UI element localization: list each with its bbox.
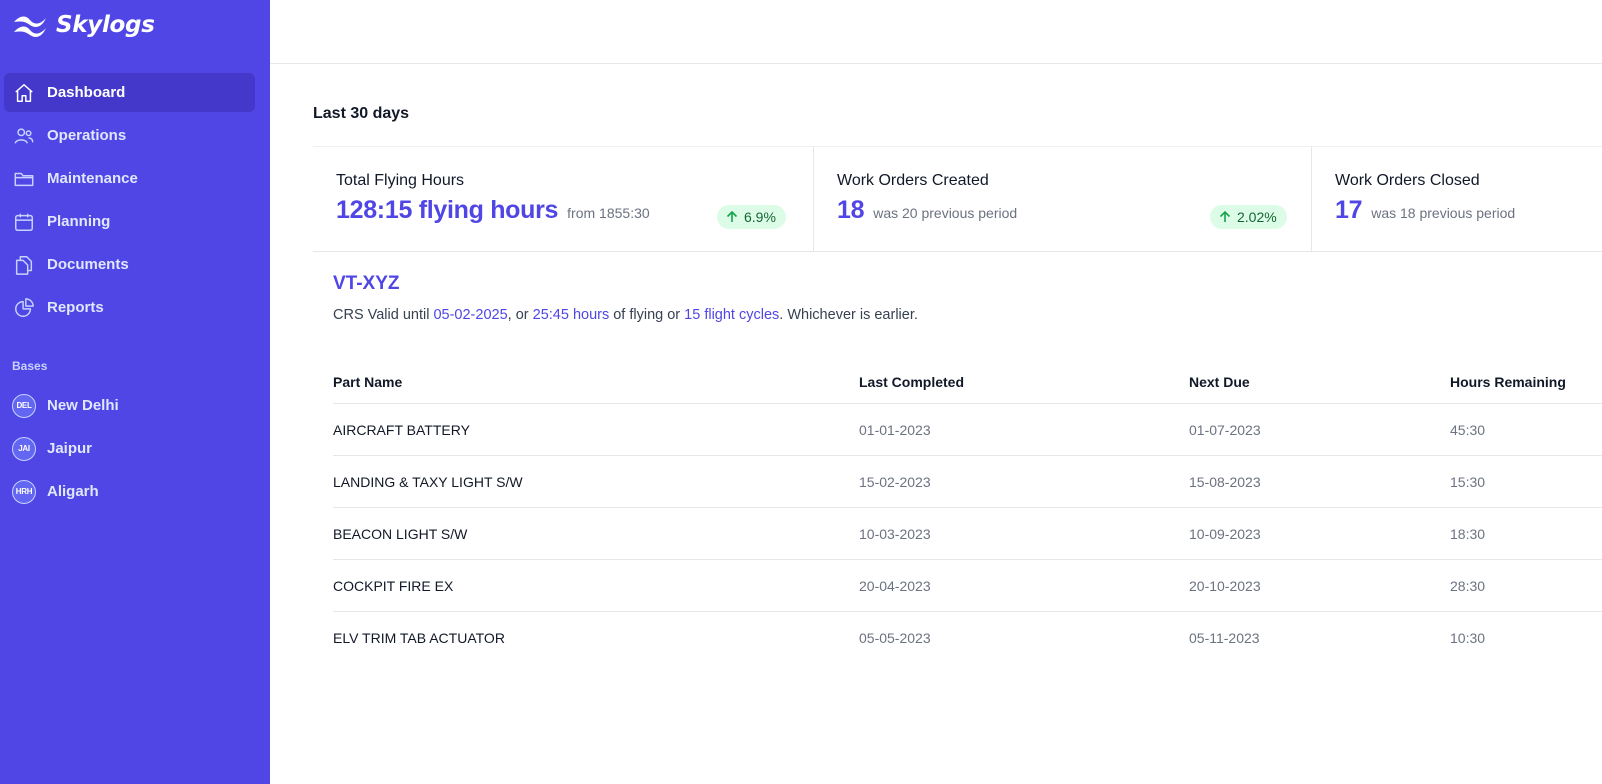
nav-item-maintenance[interactable]: Maintenance (4, 159, 255, 198)
table-row[interactable]: AIRCRAFT BATTERY 01-01-2023 01-07-2023 4… (333, 404, 1602, 456)
cell-hours-remaining: 10:30 (1450, 630, 1486, 646)
crs-hours: 25:45 hours (532, 307, 610, 323)
cell-part-name: ELV TRIM TAB ACTUATOR (333, 630, 505, 646)
crs-cycles: 15 flight cycles (684, 307, 780, 323)
base-label: Aligarh (47, 483, 99, 500)
stat-change-badge: 2.02% (1210, 205, 1287, 229)
cell-last-completed: 10-03-2023 (859, 525, 931, 542)
folder-icon (13, 168, 35, 190)
cell-part-name: LANDING & TAXY LIGHT S/W (333, 473, 523, 490)
brand[interactable]: Skylogs (12, 10, 155, 40)
nav-label: Dashboard (47, 84, 126, 101)
cell-next-due: 10-09-2023 (1189, 525, 1261, 542)
cell-next-due: 20-10-2023 (1189, 577, 1261, 594)
cell-part-name: BEACON LIGHT S/W (333, 525, 468, 542)
nav-item-planning[interactable]: Planning (4, 202, 255, 241)
crs-text: of flying or (609, 307, 685, 323)
cell-part-name: COCKPIT FIRE EX (333, 577, 454, 594)
table-row[interactable]: LANDING & TAXY LIGHT S/W 15-02-2023 15-0… (333, 456, 1602, 508)
arrow-up-icon (726, 210, 738, 222)
cell-last-completed: 05-05-2023 (859, 630, 931, 646)
base-code-badge: JAI (12, 436, 36, 461)
stats-panel: Total Flying Hours 128:15 flying hours f… (313, 146, 1602, 252)
bases-list: DEL New Delhi JAI Jaipur HRH Aligarh (4, 386, 255, 515)
column-header[interactable]: Hours Remaining (1450, 374, 1602, 390)
nav-label: Maintenance (47, 170, 138, 187)
nav-label: Reports (47, 299, 104, 316)
column-header[interactable]: Next Due (1189, 374, 1450, 390)
nav-label: Planning (47, 213, 111, 230)
stat-label: Total Flying Hours (336, 172, 465, 189)
cell-hours-remaining: 18:30 (1450, 525, 1486, 542)
stat-change: 2.02% (1237, 209, 1277, 225)
stat-previous: from 1855:30 (567, 205, 650, 221)
brand-name: Skylogs (56, 12, 155, 38)
base-label: Jaipur (47, 440, 93, 457)
main-nav: Dashboard Operations Maintenance Plannin… (4, 73, 255, 331)
nav-label: Operations (47, 127, 127, 144)
nav-label: Documents (47, 256, 129, 273)
stat-change-badge: 6.9% (717, 205, 786, 229)
cell-hours-remaining: 28:30 (1450, 577, 1486, 594)
nav-item-dashboard[interactable]: Dashboard (4, 73, 255, 112)
cell-hours-remaining: 15:30 (1450, 473, 1486, 490)
table-header: Part Name Last Completed Next Due Hours … (333, 360, 1602, 404)
sidebar: Skylogs Dashboard Operations Maintenance… (0, 0, 270, 784)
cell-next-due: 05-11-2023 (1189, 630, 1260, 646)
arrow-up-icon (1219, 210, 1231, 222)
chart-pie-icon (13, 297, 35, 319)
crs-date: 05-02-2025 (433, 307, 508, 323)
stat-previous: was 18 previous period (1371, 205, 1516, 221)
aircraft-registration[interactable]: VT-XYZ (333, 273, 400, 295)
nav-item-documents[interactable]: Documents (4, 245, 255, 284)
cell-hours-remaining: 45:30 (1450, 421, 1486, 438)
cell-next-due: 01-07-2023 (1189, 421, 1261, 438)
base-item-aligarh[interactable]: HRH Aligarh (4, 472, 255, 511)
cell-part-name: AIRCRAFT BATTERY (333, 421, 470, 438)
crs-text: , or (507, 307, 533, 323)
crs-text: CRS Valid until (333, 307, 434, 323)
stat-change: 6.9% (744, 209, 776, 225)
cell-last-completed: 20-04-2023 (859, 577, 931, 594)
base-item-new-delhi[interactable]: DEL New Delhi (4, 386, 255, 425)
cell-last-completed: 01-01-2023 (859, 421, 931, 438)
base-item-jaipur[interactable]: JAI Jaipur (4, 429, 255, 468)
bases-heading: Bases (12, 359, 48, 373)
stat-value: 128:15 flying hours (336, 196, 559, 224)
users-icon (13, 125, 35, 147)
base-label: New Delhi (47, 397, 119, 414)
stat-work-orders-created: Work Orders Created 18 was 20 previous p… (813, 147, 1311, 251)
calendar-icon (13, 211, 35, 233)
documents-icon (13, 254, 35, 276)
table-row[interactable]: ELV TRIM TAB ACTUATOR 05-05-2023 05-11-2… (333, 612, 1602, 664)
nav-item-reports[interactable]: Reports (4, 288, 255, 327)
stat-total-flying-hours: Total Flying Hours 128:15 flying hours f… (313, 147, 813, 251)
column-header[interactable]: Part Name (333, 374, 859, 390)
stat-value: 17 (1335, 196, 1363, 224)
table-row[interactable]: COCKPIT FIRE EX 20-04-2023 20-10-2023 28… (333, 560, 1602, 612)
base-code-badge: DEL (12, 393, 36, 418)
home-icon (13, 82, 35, 104)
stat-label: Work Orders Closed (1335, 172, 1480, 189)
stat-label: Work Orders Created (837, 172, 989, 189)
main-content: Last 30 days Total Flying Hours 128:15 f… (313, 0, 1602, 784)
cell-last-completed: 15-02-2023 (859, 473, 931, 490)
stat-value: 18 (837, 196, 865, 224)
table-row[interactable]: BEACON LIGHT S/W 10-03-2023 10-09-2023 1… (333, 508, 1602, 560)
period-title: Last 30 days (313, 105, 410, 122)
nav-item-operations[interactable]: Operations (4, 116, 255, 155)
crs-text: . Whichever is earlier. (779, 307, 918, 323)
base-code-badge: HRH (12, 479, 36, 504)
stat-previous: was 20 previous period (873, 205, 1018, 221)
skylogs-wave-icon (12, 13, 48, 37)
parts-table: Part Name Last Completed Next Due Hours … (333, 360, 1602, 664)
stat-work-orders-closed: Work Orders Closed 17 was 18 previous pe… (1311, 147, 1602, 251)
crs-validity: CRS Valid until 05-02-2025, or 25:45 hou… (333, 307, 918, 323)
column-header[interactable]: Last Completed (859, 374, 1189, 390)
cell-next-due: 15-08-2023 (1189, 473, 1261, 490)
